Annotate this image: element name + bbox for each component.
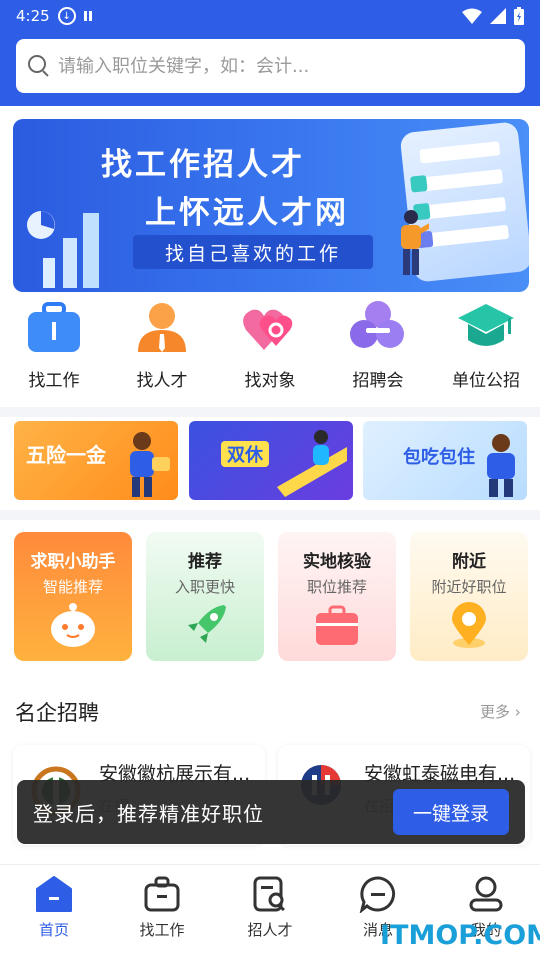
search-icon bbox=[28, 55, 50, 77]
banner-title: 找工作招人才 bbox=[101, 147, 305, 183]
chevron-right-icon: › bbox=[510, 703, 521, 721]
card-title: 实地核验 bbox=[303, 552, 371, 572]
login-prompt-text: 登录后，推荐精准好职位 bbox=[33, 801, 264, 826]
runner-illustration bbox=[277, 430, 347, 497]
more-link[interactable]: 更多 › bbox=[480, 701, 521, 722]
banner-tagline: 找自己喜欢的工作 bbox=[133, 235, 373, 269]
tab-label: 找工作 bbox=[139, 921, 185, 939]
promo-banner-insurance[interactable]: 五险一金 bbox=[14, 421, 178, 500]
robot-icon bbox=[51, 603, 95, 647]
chat-bubble-icon bbox=[359, 876, 396, 913]
login-prompt-toast: 登录后，推荐精准好职位 一键登录 bbox=[17, 780, 525, 844]
pause-icon bbox=[83, 11, 92, 21]
card-onsite-verify[interactable]: 实地核验 职位推荐 bbox=[278, 532, 396, 661]
hero-banner[interactable]: 找工作招人才 上怀远人才网 找自己喜欢的工作 bbox=[13, 119, 529, 292]
status-bar: 4:25 ↓ bbox=[0, 0, 540, 32]
hearts-icon bbox=[242, 300, 298, 354]
section-divider bbox=[0, 407, 540, 417]
quick-nav-label: 找人才 bbox=[136, 371, 188, 391]
worker-illustration bbox=[130, 432, 170, 497]
user-icon bbox=[469, 876, 503, 912]
home-icon bbox=[36, 876, 72, 912]
download-icon: ↓ bbox=[57, 7, 76, 25]
quick-nav: 找工作 找人才 找对象 招聘会 单位公招 bbox=[0, 300, 540, 402]
quick-nav-find-talent[interactable]: 找人才 bbox=[108, 300, 216, 402]
quick-nav-public-recruitment[interactable]: 单位公招 bbox=[432, 300, 540, 402]
banner-subtitle: 上怀远人才网 bbox=[145, 195, 349, 231]
quick-nav-label: 招聘会 bbox=[352, 371, 404, 391]
tab-find-job[interactable]: 找工作 bbox=[108, 865, 216, 960]
chef-illustration bbox=[487, 434, 515, 497]
graduation-cap-icon bbox=[458, 300, 514, 354]
promo-text: 包吃包住 bbox=[403, 447, 475, 468]
promo-banner-weekends[interactable]: 双休 bbox=[189, 421, 353, 500]
section-divider bbox=[0, 510, 540, 520]
quick-nav-find-job[interactable]: 找工作 bbox=[0, 300, 108, 402]
search-input[interactable] bbox=[58, 55, 498, 77]
search-bar[interactable] bbox=[16, 39, 525, 93]
promo-text: 五险一金 bbox=[26, 443, 106, 467]
quick-nav-label: 单位公招 bbox=[452, 371, 520, 391]
tab-label: 招人才 bbox=[247, 921, 293, 939]
bubbles-icon bbox=[350, 300, 406, 354]
card-subtitle: 附近好职位 bbox=[431, 578, 507, 596]
card-subtitle: 智能推荐 bbox=[42, 578, 103, 596]
rocket-icon bbox=[186, 605, 226, 645]
one-click-login-button[interactable]: 一键登录 bbox=[393, 789, 509, 835]
card-title: 求职小助手 bbox=[30, 552, 116, 572]
card-nearby[interactable]: 附近 附近好职位 bbox=[410, 532, 528, 661]
card-subtitle: 入职更快 bbox=[174, 578, 235, 596]
card-title: 推荐 bbox=[188, 552, 222, 572]
tab-home[interactable]: 首页 bbox=[0, 865, 108, 960]
section-title: 名企招聘 bbox=[15, 701, 99, 725]
bar-chart-illustration bbox=[27, 211, 99, 288]
status-time: 4:25 bbox=[16, 7, 50, 25]
briefcase-icon bbox=[26, 300, 82, 354]
document-search-icon bbox=[253, 876, 285, 912]
battery-icon bbox=[514, 7, 524, 25]
card-subtitle: 职位推荐 bbox=[306, 578, 367, 596]
promo-banner-board[interactable]: 包吃包住 bbox=[363, 421, 527, 500]
quick-nav-label: 找对象 bbox=[244, 371, 296, 391]
tab-find-talent[interactable]: 招人才 bbox=[216, 865, 324, 960]
promo-text: 双休 bbox=[221, 441, 269, 467]
person-illustration bbox=[401, 210, 429, 275]
briefcase-icon bbox=[144, 876, 180, 912]
more-link-label: 更多 bbox=[480, 703, 511, 721]
case-icon bbox=[316, 605, 358, 645]
person-icon bbox=[134, 300, 190, 354]
tab-label: 首页 bbox=[38, 921, 69, 939]
location-icon bbox=[452, 602, 486, 648]
quick-nav-job-fair[interactable]: 招聘会 bbox=[324, 300, 432, 402]
wifi-icon bbox=[462, 8, 482, 24]
card-job-assistant[interactable]: 求职小助手 智能推荐 bbox=[14, 532, 132, 661]
watermark: ITMOP.COM bbox=[380, 920, 540, 951]
signal-icon bbox=[490, 8, 506, 24]
quick-nav-label: 找工作 bbox=[28, 371, 80, 391]
card-recommend[interactable]: 推荐 入职更快 bbox=[146, 532, 264, 661]
quick-nav-find-partner[interactable]: 找对象 bbox=[216, 300, 324, 402]
card-title: 附近 bbox=[452, 552, 486, 572]
